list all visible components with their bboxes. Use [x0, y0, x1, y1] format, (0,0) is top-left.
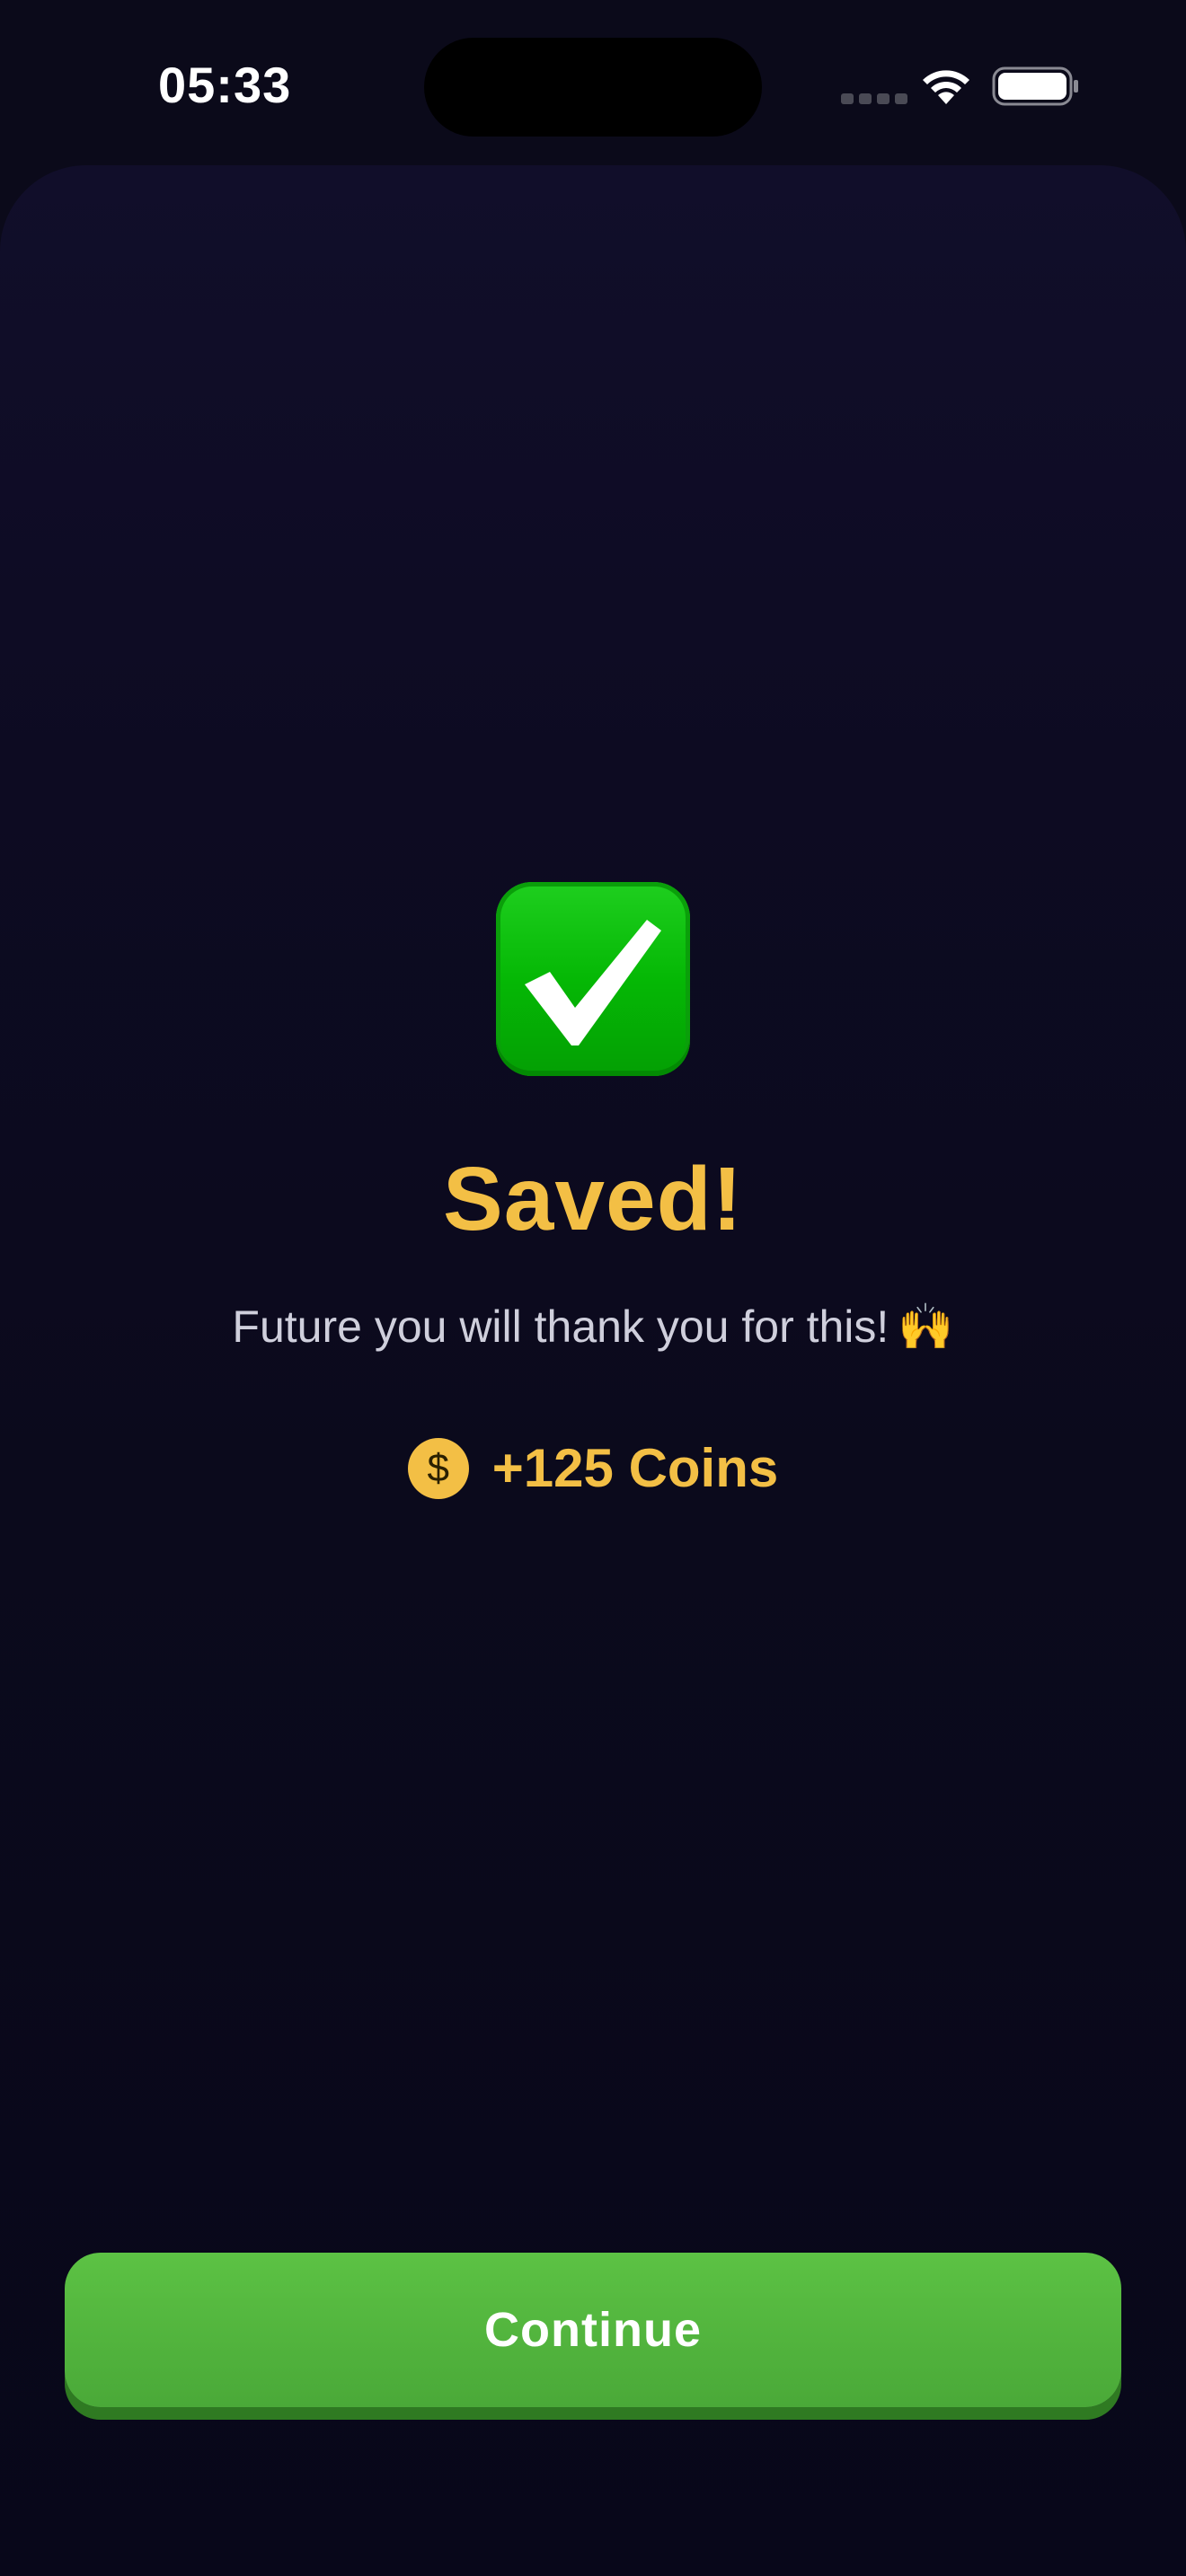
check-mark-button-icon — [496, 882, 690, 1076]
success-message-text: Future you will thank you for this! — [232, 1301, 890, 1352]
battery-icon — [992, 66, 1078, 106]
continue-button-label: Continue — [484, 2303, 702, 2357]
wifi-icon — [923, 70, 969, 104]
status-time: 05:33 — [158, 57, 292, 113]
continue-button[interactable]: Continue — [65, 2253, 1121, 2407]
page-title: Saved! — [443, 1149, 743, 1249]
dynamic-island — [424, 38, 762, 137]
cellular-signal-icon — [841, 93, 907, 104]
coin-reward-label: +125 Coins — [491, 1438, 779, 1498]
content-sheet — [0, 165, 1186, 2576]
success-message: Future you will thank you for this! 🙌 — [0, 1301, 1186, 1354]
coin-icon: $ — [407, 1437, 469, 1499]
raising-hands-icon: 🙌 — [898, 1301, 954, 1353]
saved-screen: 05:33 Saved! Future you will thank you f… — [0, 0, 1186, 2576]
coin-reward: $ +125 Coins — [0, 1437, 1186, 1499]
